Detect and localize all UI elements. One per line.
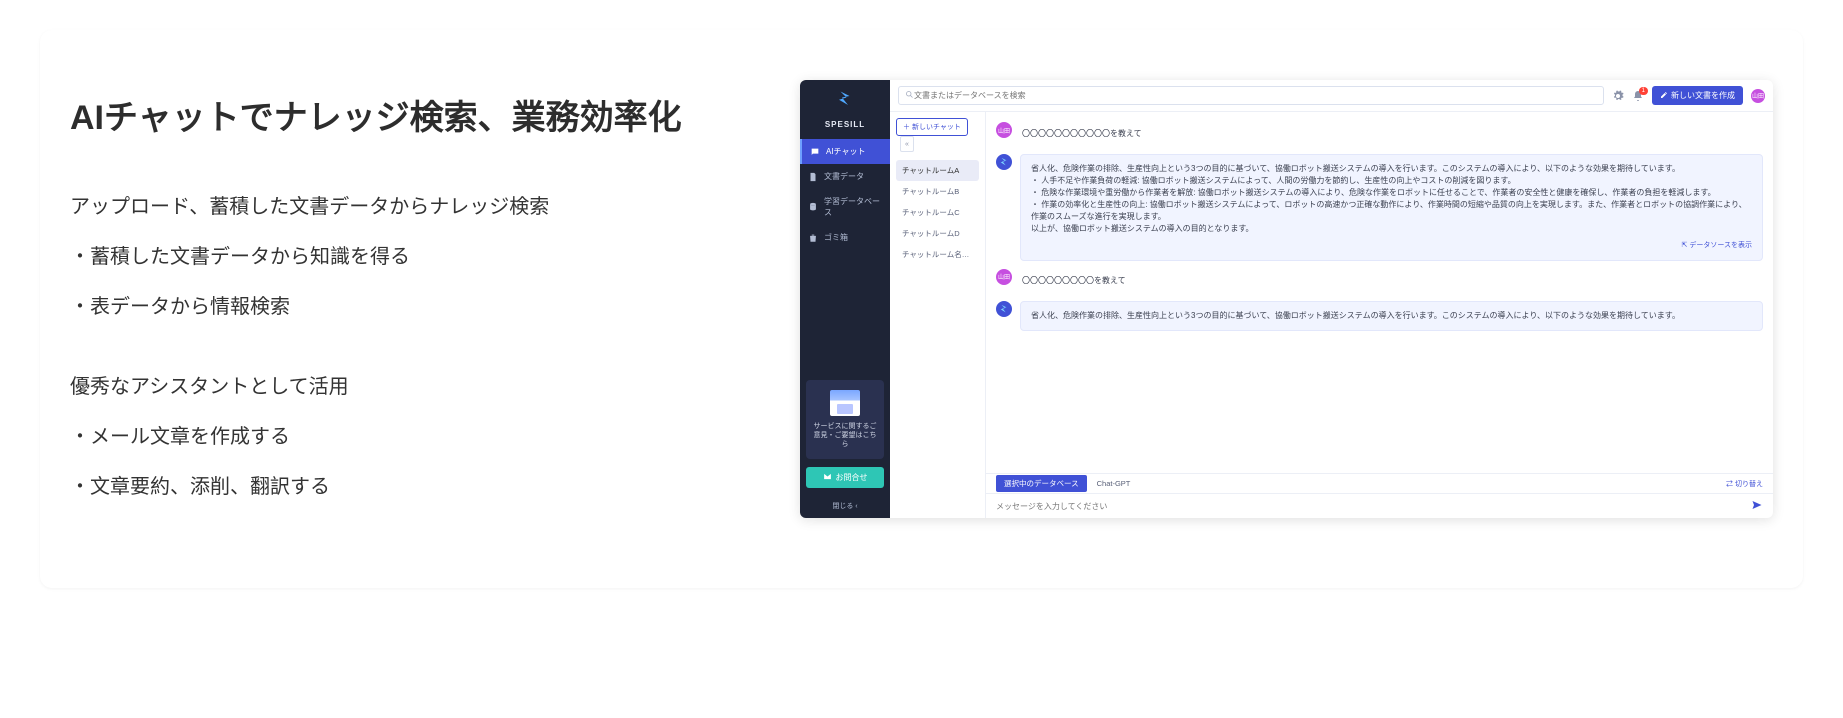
sidebar: SPESILL AIチャット 文書データ 学習データベース ゴミ箱 サービスに関…: [800, 80, 890, 518]
chevron-left-icon: ‹: [855, 503, 857, 510]
ai-message: 省人化、危険作業の排除、生産性向上という3つの目的に基づいて、協働ロボット搬送シ…: [1020, 154, 1763, 261]
user-avatar-icon: 山田: [996, 269, 1012, 285]
feedback-illustration-icon: [830, 390, 860, 416]
feedback-card-text: サービスに関するご意見・ご要望はこちら: [812, 422, 878, 449]
brand-name: SPESILL: [800, 116, 890, 139]
feature-bullet: ・蓄積した文書データから知識を得る: [70, 234, 730, 280]
sidebar-item-ai-chat[interactable]: AIチャット: [800, 139, 890, 164]
swap-icon: ⇄: [1726, 481, 1735, 488]
feature-bullet: ・メール文章を作成する: [70, 414, 730, 460]
datasource-link[interactable]: ⇱ データソースを表示: [1031, 241, 1752, 252]
chevron-left-double-icon: «: [905, 141, 909, 148]
contact-button[interactable]: お問合せ: [806, 467, 884, 488]
new-document-label: 新しい文書を作成: [1671, 90, 1735, 101]
ai-message-text: 以上が、協働ロボット搬送システムの導入の目的となります。: [1031, 223, 1752, 235]
sidebar-item-label: 学習データベース: [824, 196, 882, 218]
message-row: 山田 〇〇〇〇〇〇〇〇〇〇〇を教えて: [996, 122, 1763, 146]
notification-badge: 1: [1639, 87, 1648, 95]
chatroom-item[interactable]: チャットルームA: [896, 160, 979, 181]
notifications-button[interactable]: 1: [1632, 90, 1644, 102]
feature-heading: AIチャットでナレッジ検索、業務効率化: [70, 90, 730, 139]
brand-logo: [800, 80, 890, 116]
sidebar-item-label: ゴミ箱: [824, 232, 848, 243]
message-input-bar: [986, 493, 1773, 518]
user-avatar-icon: 山田: [996, 122, 1012, 138]
sidebar-close-button[interactable]: 閉じる ‹: [800, 494, 890, 518]
app-main: 1 新しい文書を作成 山田 ＋ 新しいチャット «: [890, 80, 1773, 518]
chat-scroll[interactable]: 山田 〇〇〇〇〇〇〇〇〇〇〇を教えて 省人化、危険作業の排除、生産性向上という3…: [986, 112, 1773, 473]
app-screenshot: SPESILL AIチャット 文書データ 学習データベース ゴミ箱 サービスに関…: [800, 80, 1773, 518]
search-input[interactable]: [914, 91, 1597, 100]
chat-icon: [810, 147, 820, 157]
ai-avatar-icon: [996, 154, 1012, 170]
feature-line: アップロード、蓄積した文書データからナレッジ検索: [70, 184, 730, 230]
switch-model-button[interactable]: ⇄ 切り替え: [1726, 479, 1763, 489]
new-document-button[interactable]: 新しい文書を作成: [1652, 86, 1743, 105]
sidebar-item-training-db[interactable]: 学習データベース: [800, 189, 890, 225]
user-message: 〇〇〇〇〇〇〇〇〇〇〇を教えて: [1020, 122, 1763, 146]
feedback-card: サービスに関するご意見・ご要望はこちら: [806, 380, 884, 459]
new-chat-button[interactable]: ＋ 新しいチャット: [896, 118, 968, 136]
message-row: 山田 〇〇〇〇〇〇〇〇〇を教えて: [996, 269, 1763, 293]
database-icon: [808, 202, 818, 212]
sidebar-item-label: 文書データ: [824, 171, 864, 182]
chatroom-panel: ＋ 新しいチャット « チャットルームA チャットルームB チャットルームC チ…: [890, 112, 986, 518]
collapse-rooms-button[interactable]: «: [900, 136, 914, 152]
sidebar-item-trash[interactable]: ゴミ箱: [800, 225, 890, 250]
model-label: Chat-GPT: [1097, 479, 1131, 488]
sidebar-item-documents[interactable]: 文書データ: [800, 164, 890, 189]
message-input[interactable]: [996, 502, 1743, 511]
user-avatar[interactable]: 山田: [1751, 89, 1765, 103]
app-body: ＋ 新しいチャット « チャットルームA チャットルームB チャットルームC チ…: [890, 112, 1773, 518]
chatroom-item[interactable]: チャットルームC: [896, 202, 979, 223]
contact-label: お問合せ: [836, 472, 868, 483]
send-icon: [1751, 499, 1763, 511]
ai-avatar-icon: [996, 301, 1012, 317]
datasource-label: データソースを表示: [1689, 242, 1752, 249]
chatroom-item[interactable]: チャットルーム名が長…: [896, 244, 979, 265]
feature-card: AIチャットでナレッジ検索、業務効率化 アップロード、蓄積した文書データからナレ…: [40, 30, 1803, 588]
text-column: AIチャットでナレッジ検索、業務効率化 アップロード、蓄積した文書データからナレ…: [70, 80, 730, 514]
message-row: 省人化、危険作業の排除、生産性向上という3つの目的に基づいて、協働ロボット搬送シ…: [996, 301, 1763, 331]
sidebar-item-label: AIチャット: [826, 146, 865, 157]
chat-column: 山田 〇〇〇〇〇〇〇〇〇〇〇を教えて 省人化、危険作業の排除、生産性向上という3…: [986, 112, 1773, 518]
switch-label: 切り替え: [1735, 481, 1763, 488]
gear-icon: [1612, 90, 1624, 102]
message-row: 省人化、危険作業の排除、生産性向上という3つの目的に基づいて、協働ロボット搬送シ…: [996, 154, 1763, 261]
selected-database-pill[interactable]: 選択中のデータベース: [996, 475, 1087, 492]
topbar: 1 新しい文書を作成 山田: [890, 80, 1773, 112]
feature-bullet: ・文章要約、添削、翻訳する: [70, 464, 730, 510]
feature-bullet: ・表データから情報検索: [70, 284, 730, 330]
search-icon: [905, 90, 914, 101]
logo-icon: [836, 90, 854, 108]
chatroom-item[interactable]: チャットルームD: [896, 223, 979, 244]
chatroom-item[interactable]: チャットルームB: [896, 181, 979, 202]
ai-message-bullet: ・ 人手不足や作業負荷の軽減: 協働ロボット搬送システムによって、人間の労働力を…: [1031, 175, 1752, 187]
mail-icon: [823, 472, 832, 483]
feature-line: 優秀なアシスタントとして活用: [70, 364, 730, 410]
sidebar-close-label: 閉じる: [832, 503, 853, 510]
trash-icon: [808, 233, 818, 243]
context-bar: 選択中のデータベース Chat-GPT ⇄ 切り替え: [986, 473, 1773, 493]
chatroom-list: チャットルームA チャットルームB チャットルームC チャットルームD チャット…: [896, 160, 979, 265]
ai-message-text: 省人化、危険作業の排除、生産性向上という3つの目的に基づいて、協働ロボット搬送シ…: [1031, 163, 1752, 175]
ai-message: 省人化、危険作業の排除、生産性向上という3つの目的に基づいて、協働ロボット搬送シ…: [1020, 301, 1763, 331]
user-message: 〇〇〇〇〇〇〇〇〇を教えて: [1020, 269, 1763, 293]
ai-message-bullet: ・ 危険な作業環境や重労働から作業者を解放: 協働ロボット搬送システムの導入によ…: [1031, 187, 1752, 199]
ai-message-bullet: ・ 作業の効率化と生産性の向上: 協働ロボット搬送システムによって、ロボットの高…: [1031, 199, 1752, 223]
pencil-icon: [1660, 91, 1668, 101]
settings-button[interactable]: [1612, 90, 1624, 102]
search-box[interactable]: [898, 86, 1604, 105]
send-button[interactable]: [1751, 499, 1763, 513]
document-icon: [808, 172, 818, 182]
